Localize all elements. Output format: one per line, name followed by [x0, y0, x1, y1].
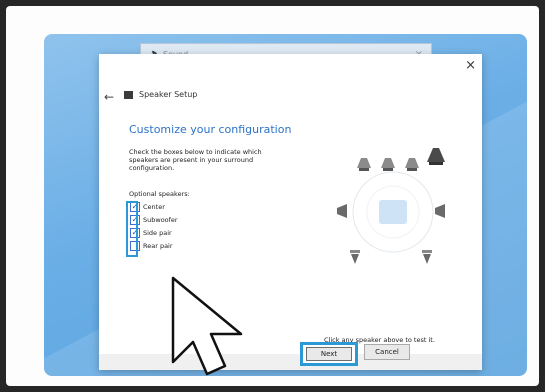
side-right-speaker-icon[interactable]: [435, 204, 445, 218]
instructions-text: Check the boxes below to indicate which …: [129, 148, 262, 172]
side-left-speaker-icon[interactable]: [337, 204, 347, 218]
front-left-speaker-icon[interactable]: [357, 158, 371, 171]
next-button[interactable]: Next: [306, 347, 352, 361]
close-icon[interactable]: ×: [465, 58, 476, 73]
front-right-speaker-icon[interactable]: [405, 158, 419, 171]
rear-right-speaker-icon[interactable]: [422, 250, 432, 264]
dialog-footer: [99, 354, 482, 370]
checkbox-label: Center: [143, 203, 165, 211]
optional-speakers-label: Optional speakers:: [129, 190, 190, 198]
speaker-diagram-svg: [337, 148, 445, 264]
speaker-setup-dialog: × ← Speaker Setup Customize your configu…: [99, 54, 482, 370]
speaker-layout-diagram[interactable]: [321, 134, 461, 274]
rear-left-speaker-icon[interactable]: [350, 250, 360, 264]
checkbox-label: Subwoofer: [143, 216, 178, 224]
checkbox-label: Rear pair: [143, 242, 173, 250]
center-speaker-icon[interactable]: [381, 158, 395, 171]
checkbox-label: Side pair: [143, 229, 172, 237]
back-arrow-icon[interactable]: ←: [104, 90, 114, 104]
screenshot-frame: 🔈 Sound × × ← Speaker Setup Customize yo…: [6, 6, 539, 386]
desktop-backdrop: 🔈 Sound × × ← Speaker Setup Customize yo…: [44, 34, 527, 376]
subwoofer-icon[interactable]: [427, 148, 445, 165]
cancel-button[interactable]: Cancel: [364, 344, 410, 360]
next-button-highlight[interactable]: Next: [300, 342, 358, 366]
page-heading: Customize your configuration: [129, 123, 292, 136]
listener-icon: [379, 200, 407, 224]
speaker-setup-icon: [124, 91, 133, 99]
mouse-pointer-icon: [167, 274, 267, 376]
checkbox-highlight: [126, 201, 138, 257]
dialog-title: Speaker Setup: [139, 90, 198, 99]
